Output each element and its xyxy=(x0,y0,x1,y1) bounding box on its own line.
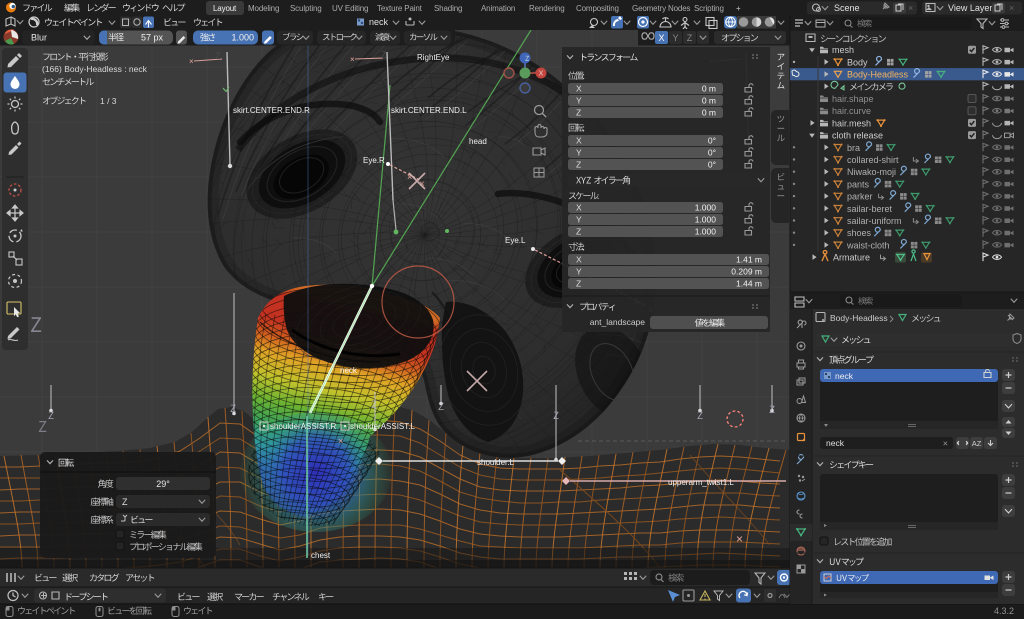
svg-text:0°: 0° xyxy=(708,136,716,146)
svg-text:parker: parker xyxy=(847,192,873,202)
svg-text:Z: Z xyxy=(576,279,581,289)
svg-text:1.000: 1.000 xyxy=(231,33,254,43)
svg-text:Z: Z xyxy=(687,33,693,43)
svg-text:pants: pants xyxy=(847,179,870,189)
svg-text:×: × xyxy=(189,57,194,66)
svg-text:1.000: 1.000 xyxy=(695,215,717,225)
svg-text:×: × xyxy=(1009,3,1014,13)
svg-text:Z: Z xyxy=(576,108,581,118)
svg-text:Body-Headless: Body-Headless xyxy=(847,70,909,80)
svg-text:sailar-uniform: sailar-uniform xyxy=(847,216,902,226)
svg-text:X: X xyxy=(539,71,544,78)
svg-text:Y: Y xyxy=(576,267,582,277)
svg-text:neck: neck xyxy=(835,371,854,381)
svg-text:×: × xyxy=(338,436,343,446)
svg-text:waist-cloth: waist-cloth xyxy=(846,240,890,250)
svg-text:mesh: mesh xyxy=(832,45,854,55)
svg-text:Z: Z xyxy=(576,227,581,237)
svg-text:Shading: Shading xyxy=(434,4,462,13)
svg-text:RightEye: RightEye xyxy=(417,53,450,62)
svg-text:1.000: 1.000 xyxy=(695,227,717,237)
svg-text:Layout: Layout xyxy=(213,4,237,13)
svg-text:Y: Y xyxy=(576,215,582,225)
svg-text:(166) Body-Headless : neck: (166) Body-Headless : neck xyxy=(42,64,148,74)
svg-text:Y: Y xyxy=(672,33,678,43)
svg-text:X: X xyxy=(576,255,582,265)
svg-text:X: X xyxy=(576,84,582,94)
svg-text:1 / 3: 1 / 3 xyxy=(100,96,117,106)
svg-text:bra: bra xyxy=(847,143,860,153)
svg-text:hair.curve: hair.curve xyxy=(832,106,871,116)
svg-text:shoulderASSIST.R: shoulderASSIST.R xyxy=(270,422,336,431)
svg-text:neck: neck xyxy=(340,366,358,375)
svg-text:skirt.CENTER.END.R: skirt.CENTER.END.R xyxy=(233,106,310,115)
svg-text:collared-shirt: collared-shirt xyxy=(847,155,899,165)
svg-text:0 m: 0 m xyxy=(702,108,716,118)
svg-text:ant_landscape: ant_landscape xyxy=(590,317,646,327)
svg-text:neck: neck xyxy=(369,17,389,27)
svg-text:Y: Y xyxy=(576,148,582,158)
svg-text:×: × xyxy=(736,532,743,546)
svg-text:shoulder.L: shoulder.L xyxy=(477,458,514,467)
svg-text:cloth release: cloth release xyxy=(832,131,883,141)
svg-text:Geometry Nodes: Geometry Nodes xyxy=(632,4,691,13)
svg-text:1.44 m: 1.44 m xyxy=(736,279,762,289)
svg-text:Compositing: Compositing xyxy=(576,4,619,13)
svg-text:Rendering: Rendering xyxy=(529,4,565,13)
svg-text:0 m: 0 m xyxy=(702,84,716,94)
svg-text:0 m: 0 m xyxy=(702,96,716,106)
svg-text:1.000: 1.000 xyxy=(695,203,717,213)
svg-text:Blur: Blur xyxy=(31,33,47,43)
svg-text:Niwako-moji: Niwako-moji xyxy=(847,167,896,177)
svg-text:chest: chest xyxy=(311,551,331,560)
svg-text:29°: 29° xyxy=(156,479,170,489)
svg-text:shoulderASSIST.L: shoulderASSIST.L xyxy=(350,422,415,431)
svg-text:head: head xyxy=(469,137,487,146)
svg-text:Z: Z xyxy=(122,497,128,507)
svg-text:Z: Z xyxy=(576,160,581,170)
svg-text:View Layer: View Layer xyxy=(948,3,992,13)
svg-text:Eye.R: Eye.R xyxy=(363,156,385,165)
svg-text:sailar-beret: sailar-beret xyxy=(847,204,893,214)
svg-text:Modeling: Modeling xyxy=(248,4,279,13)
svg-text:X: X xyxy=(576,136,582,146)
svg-text:1.41 m: 1.41 m xyxy=(736,255,762,265)
svg-text:0.209 m: 0.209 m xyxy=(731,267,762,277)
svg-text:0°: 0° xyxy=(708,160,716,170)
svg-text:Eye.L: Eye.L xyxy=(505,236,526,245)
svg-text:X: X xyxy=(576,203,582,213)
svg-text:AZ: AZ xyxy=(972,439,982,448)
svg-text:Armature: Armature xyxy=(833,253,870,263)
svg-text:shoes: shoes xyxy=(847,228,872,238)
svg-text:Scripting: Scripting xyxy=(694,4,724,13)
svg-text:Animation: Animation xyxy=(481,4,515,13)
svg-text:4.3.2: 4.3.2 xyxy=(994,606,1014,616)
svg-text:hair.mesh: hair.mesh xyxy=(832,118,871,128)
svg-text:0°: 0° xyxy=(708,148,716,158)
svg-text:57 px: 57 px xyxy=(141,33,164,43)
svg-text:Scene: Scene xyxy=(834,3,860,13)
svg-text:skirt.CENTER.END.L: skirt.CENTER.END.L xyxy=(391,106,467,115)
svg-text:hair.shape: hair.shape xyxy=(832,94,874,104)
svg-text:Y: Y xyxy=(576,96,582,106)
svg-text:upperarm_twist1.L: upperarm_twist1.L xyxy=(668,478,734,487)
svg-text:×: × xyxy=(943,439,948,449)
svg-text:neck: neck xyxy=(826,438,845,448)
svg-text:Texture Paint: Texture Paint xyxy=(377,4,423,13)
svg-text:UV Editing: UV Editing xyxy=(332,4,368,13)
svg-text:Body-Headless: Body-Headless xyxy=(830,313,888,323)
svg-text:×: × xyxy=(908,3,913,13)
svg-text:X: X xyxy=(658,33,664,43)
svg-text:Body: Body xyxy=(847,57,868,67)
svg-text:Sculpting: Sculpting xyxy=(290,4,322,13)
svg-text:+: + xyxy=(736,4,741,13)
svg-text:×: × xyxy=(350,55,355,64)
